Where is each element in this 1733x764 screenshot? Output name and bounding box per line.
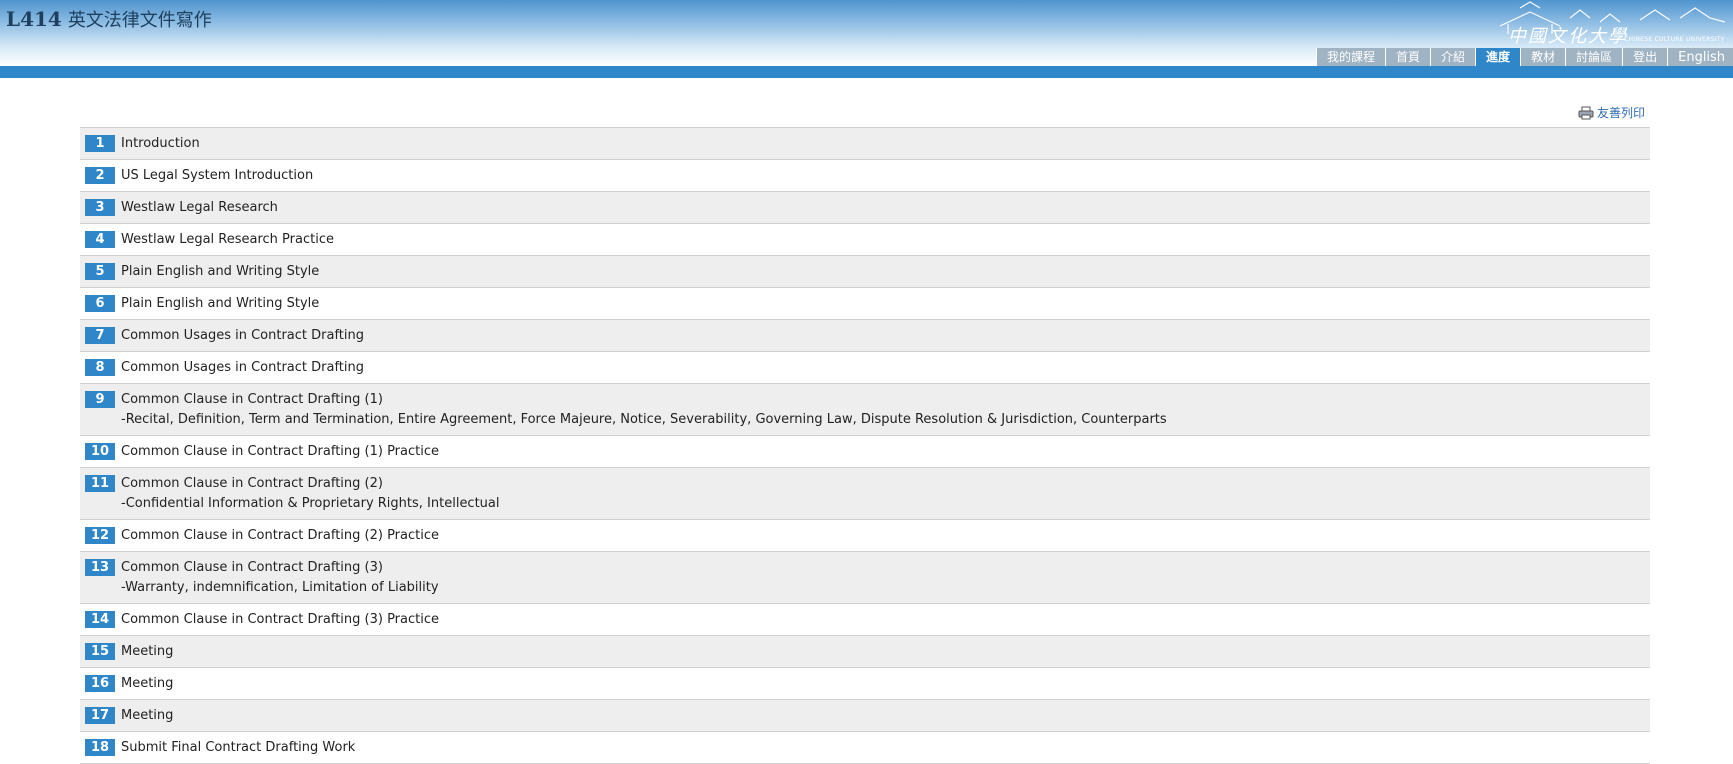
schedule-title: Common Clause in Contract Drafting (1): [121, 392, 383, 407]
nav-schedule[interactable]: 進度: [1475, 48, 1521, 67]
nav-home[interactable]: 首頁: [1385, 48, 1431, 67]
university-logo-text: 中國文化大學: [1508, 26, 1628, 47]
schedule-row: 17 Meeting: [80, 700, 1650, 732]
schedule-row: 9 Common Clause in Contract Drafting (1) -…: [80, 384, 1650, 436]
print-label: 友善列印: [1597, 106, 1646, 120]
week-number-badge: 5: [85, 263, 115, 280]
schedule-title: Plain English and Writing Style: [121, 264, 320, 279]
schedule-row: 11 Common Clause in Contract Drafting (2)…: [80, 468, 1650, 520]
schedule-detail: -Recital, Definition, Term and Terminati…: [121, 412, 1167, 427]
schedule-title: Common Clause in Contract Drafting (3) P…: [121, 612, 439, 627]
schedule-text: Common Usages in Contract Drafting: [121, 358, 364, 378]
university-logo-subtext: CHINESE CULTURE UNIVERSITY: [1624, 36, 1725, 43]
schedule-text: Meeting: [121, 706, 173, 726]
week-number-badge: 7: [85, 327, 115, 344]
nav-introduction[interactable]: 介紹: [1430, 48, 1476, 67]
schedule-text: Common Clause in Contract Drafting (3) -W…: [121, 558, 439, 598]
week-number-badge: 2: [85, 167, 115, 184]
schedule-title: Westlaw Legal Research: [121, 200, 278, 215]
schedule-text: Common Clause in Contract Drafting (1) P…: [121, 442, 439, 462]
schedule-text: Westlaw Legal Research: [121, 198, 278, 218]
schedule-title: Common Usages in Contract Drafting: [121, 328, 365, 343]
schedule-title: US Legal System Introduction: [121, 168, 314, 183]
schedule-title: Submit Final Contract Drafting Work: [121, 740, 356, 755]
week-number-badge: 6: [85, 295, 115, 312]
week-number-badge: 15: [85, 643, 115, 660]
week-number-badge: 3: [85, 199, 115, 216]
week-number-badge: 10: [85, 443, 115, 460]
schedule-text: US Legal System Introduction: [121, 166, 313, 186]
header-accent-bar: [0, 66, 1733, 78]
week-number-badge: 1: [85, 135, 115, 152]
schedule-row: 3 Westlaw Legal Research: [80, 192, 1650, 224]
schedule-row: 6 Plain English and Writing Style: [80, 288, 1650, 320]
week-number-badge: 9: [85, 391, 115, 408]
week-number-badge: 11: [85, 475, 115, 492]
schedule-title: Common Clause in Contract Drafting (3): [121, 560, 383, 575]
schedule-row: 4 Westlaw Legal Research Practice: [80, 224, 1650, 256]
schedule-text: Introduction: [121, 134, 200, 154]
schedule-row: 15 Meeting: [80, 636, 1650, 668]
schedule-text: Plain English and Writing Style: [121, 294, 319, 314]
course-title: L414 英文法律文件寫作: [6, 6, 212, 32]
week-number-badge: 17: [85, 707, 115, 724]
nav-materials[interactable]: 教材: [1520, 48, 1566, 67]
schedule-title: Common Clause in Contract Drafting (1) P…: [121, 444, 439, 459]
schedule-row: 7 Common Usages in Contract Drafting: [80, 320, 1650, 352]
schedule-row: 12 Common Clause in Contract Drafting (2)…: [80, 520, 1650, 552]
schedule-text: Common Usages in Contract Drafting: [121, 326, 364, 346]
nav-my-courses[interactable]: 我的課程: [1316, 48, 1386, 67]
schedule-row: 2 US Legal System Introduction: [80, 160, 1650, 192]
printer-icon: [1578, 106, 1594, 119]
nav-logout[interactable]: 登出: [1622, 48, 1668, 67]
schedule-text: Common Clause in Contract Drafting (3) P…: [121, 610, 439, 630]
page-header: L414 英文法律文件寫作 中國文化大學 CHINESE CULTURE UNIV…: [0, 0, 1733, 67]
schedule-row: 16 Meeting: [80, 668, 1650, 700]
schedule-row: 18 Submit Final Contract Drafting Work: [80, 732, 1650, 764]
schedule-detail: -Warranty, indemnification, Limitation o…: [121, 580, 439, 595]
schedule-title: Westlaw Legal Research Practice: [121, 232, 334, 247]
schedule-title: Meeting: [121, 644, 174, 659]
schedule-row: 13 Common Clause in Contract Drafting (3)…: [80, 552, 1650, 604]
schedule-title: Introduction: [121, 136, 200, 151]
schedule-title: Meeting: [121, 676, 174, 691]
week-number-badge: 16: [85, 675, 115, 692]
schedule-title: Common Clause in Contract Drafting (2): [121, 476, 383, 491]
schedule-row: 1 Introduction: [80, 128, 1650, 160]
schedule-text: Submit Final Contract Drafting Work: [121, 738, 355, 758]
week-number-badge: 4: [85, 231, 115, 248]
course-name: 英文法律文件寫作: [67, 10, 212, 31]
schedule-row: 10 Common Clause in Contract Drafting (1)…: [80, 436, 1650, 468]
week-number-badge: 8: [85, 359, 115, 376]
main-nav: 我的課程 首頁 介紹 進度 教材 討論區 登出 English: [1316, 48, 1733, 67]
schedule-text: Common Clause in Contract Drafting (2) P…: [121, 526, 439, 546]
week-number-badge: 14: [85, 611, 115, 628]
schedule-row: 5 Plain English and Writing Style: [80, 256, 1650, 288]
week-number-badge: 13: [85, 559, 115, 576]
schedule-text: Common Clause in Contract Drafting (1) -R…: [121, 390, 1167, 430]
week-number-badge: 18: [85, 739, 115, 756]
schedule-row: 8 Common Usages in Contract Drafting: [80, 352, 1650, 384]
schedule-title: Common Clause in Contract Drafting (2) P…: [121, 528, 439, 543]
schedule-title: Plain English and Writing Style: [121, 296, 320, 311]
schedule-title: Meeting: [121, 708, 174, 723]
schedule-list: 1 Introduction 2 US Legal System Introducti…: [80, 127, 1650, 764]
schedule-title: Common Usages in Contract Drafting: [121, 360, 365, 375]
nav-discussion[interactable]: 討論區: [1565, 48, 1623, 67]
print-link[interactable]: 友善列印: [1578, 104, 1645, 121]
schedule-text: Meeting: [121, 642, 173, 662]
schedule-text: Plain English and Writing Style: [121, 262, 319, 282]
nav-english[interactable]: English: [1667, 48, 1733, 67]
week-number-badge: 12: [85, 527, 115, 544]
schedule-text: Meeting: [121, 674, 173, 694]
schedule-text: Common Clause in Contract Drafting (2) -C…: [121, 474, 500, 514]
schedule-row: 14 Common Clause in Contract Drafting (3)…: [80, 604, 1650, 636]
schedule-detail: -Confidential Information & Proprietary …: [121, 496, 500, 511]
schedule-text: Westlaw Legal Research Practice: [121, 230, 334, 250]
course-code: L414: [6, 7, 62, 31]
